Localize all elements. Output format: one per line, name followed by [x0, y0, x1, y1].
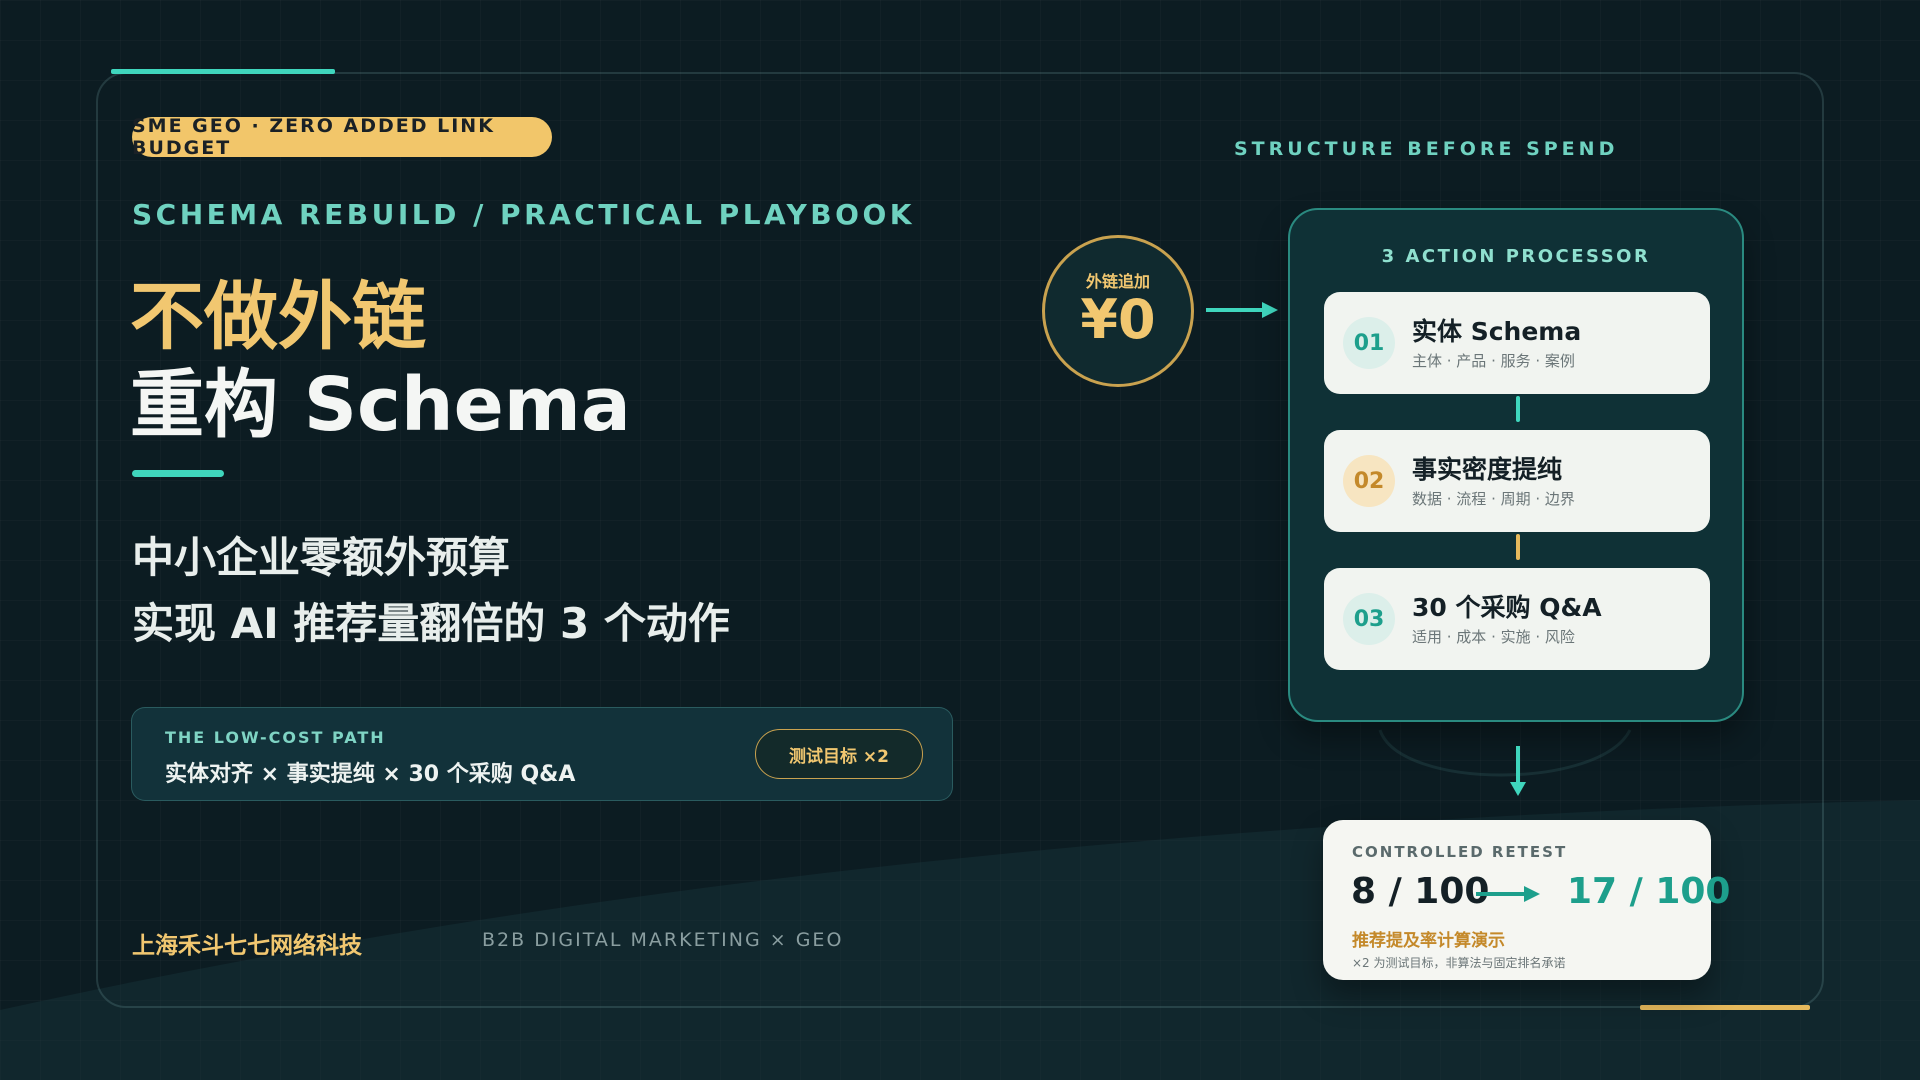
- step-title: 事实密度提纯: [1412, 455, 1563, 484]
- retest-metric: 推荐提及率计算演示: [1352, 931, 1505, 951]
- accent-bar-top: [111, 69, 335, 74]
- company-name: 上海禾斗七七网络科技: [132, 933, 362, 959]
- controlled-retest-card: CONTROLLED RETEST 8 / 100 17 / 100 推荐提及率…: [1323, 820, 1730, 980]
- step-subtitle: 数据 · 流程 · 周期 · 边界: [1412, 490, 1575, 508]
- arrow-down-icon: [1510, 746, 1526, 796]
- description-line-2: 实现 AI 推荐量翻倍的 3 个动作: [132, 599, 730, 648]
- action-processor: 3 ACTION PROCESSOR 01 实体 Schema 主体 · 产品 …: [1288, 208, 1744, 722]
- title-underline: [132, 470, 224, 477]
- step-card: 02 事实密度提纯 数据 · 流程 · 周期 · 边界: [1324, 430, 1710, 532]
- arrow-right-icon: [1476, 886, 1540, 902]
- title-line-1: 不做外链: [130, 274, 426, 360]
- step-subtitle: 主体 · 产品 · 服务 · 案例: [1412, 352, 1575, 370]
- retest-before-value: 8 / 100: [1351, 871, 1490, 912]
- step-number: 01: [1343, 317, 1395, 369]
- step-card: 01 实体 Schema 主体 · 产品 · 服务 · 案例: [1324, 292, 1710, 394]
- accent-bar-bottom: [1640, 1005, 1810, 1010]
- path-text: 实体对齐 × 事实提纯 × 30 个采购 Q&A: [165, 762, 576, 787]
- test-target-pill: 测试目标 ×2: [755, 729, 923, 779]
- arrow-right-icon: [1206, 302, 1278, 318]
- budget-value: ¥0: [1080, 288, 1156, 351]
- retest-after-value: 17 / 100: [1567, 871, 1731, 912]
- description-line-1: 中小企业零额外预算: [132, 533, 511, 582]
- step-card: 03 30 个采购 Q&A 适用 · 成本 · 实施 · 风险: [1324, 568, 1710, 670]
- step-title: 30 个采购 Q&A: [1412, 593, 1602, 622]
- step-connector: [1516, 534, 1520, 560]
- step-number: 03: [1343, 593, 1395, 645]
- processor-title: 3 ACTION PROCESSOR: [1381, 246, 1651, 267]
- retest-note: ×2 为测试目标，非算法与固定排名承诺: [1352, 956, 1566, 970]
- step-subtitle: 适用 · 成本 · 实施 · 风险: [1412, 628, 1575, 646]
- topic-badge: SME GEO · ZERO ADDED LINK BUDGET: [132, 115, 552, 159]
- step-connector: [1516, 396, 1520, 422]
- step-number: 02: [1343, 455, 1395, 507]
- subtitle: SCHEMA REBUILD / PRACTICAL PLAYBOOK: [132, 198, 915, 231]
- retest-label: CONTROLLED RETEST: [1352, 843, 1568, 861]
- right-heading: STRUCTURE BEFORE SPEND: [1234, 138, 1619, 160]
- title-line-2: 重构 Schema: [130, 362, 631, 448]
- step-title: 实体 Schema: [1412, 317, 1582, 346]
- budget-circle: 外链追加 ¥0: [1042, 235, 1194, 387]
- low-cost-path-card: THE LOW-COST PATH 实体对齐 × 事实提纯 × 30 个采购 Q…: [131, 707, 953, 801]
- path-label: THE LOW-COST PATH: [165, 728, 386, 747]
- footer-tagline: B2B DIGITAL MARKETING × GEO: [482, 929, 844, 951]
